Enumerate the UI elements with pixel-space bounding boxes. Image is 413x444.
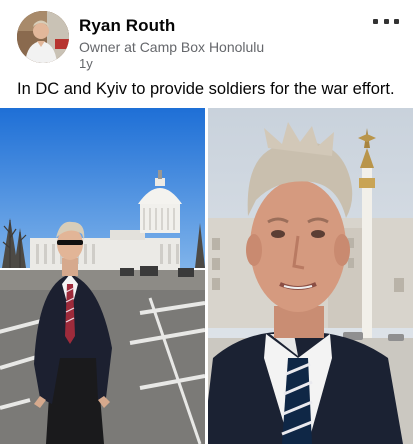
photo-capitol[interactable] — [0, 108, 205, 444]
author-subtitle: Owner at Camp Box Honolulu — [79, 39, 265, 55]
more-options-icon[interactable] — [373, 14, 399, 28]
dot — [383, 18, 389, 24]
photo-kyiv[interactable] — [208, 108, 413, 444]
dot — [394, 18, 399, 24]
dot — [373, 18, 378, 24]
facebook-post: Ryan Routh Owner at Camp Box Honolulu 1y… — [0, 0, 413, 444]
post-header: Ryan Routh Owner at Camp Box Honolulu 1y — [0, 0, 413, 78]
post-timestamp[interactable]: 1y — [79, 56, 93, 71]
post-text: In DC and Kyiv to provide soldiers for t… — [17, 80, 395, 98]
author-avatar[interactable] — [17, 11, 69, 63]
photo-grid — [0, 108, 413, 444]
author-name[interactable]: Ryan Routh — [79, 16, 175, 36]
